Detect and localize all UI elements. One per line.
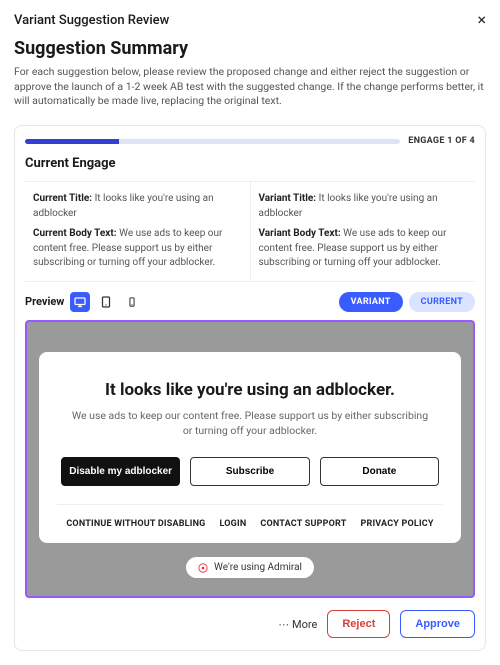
preview-label: Preview <box>25 295 64 308</box>
progress-bar <box>25 139 400 144</box>
contact-link[interactable]: CONTACT SUPPORT <box>260 519 346 529</box>
modal-title: Variant Suggestion Review <box>14 13 169 28</box>
reject-button[interactable]: Reject <box>327 610 390 638</box>
privacy-link[interactable]: PRIVACY POLICY <box>360 519 433 529</box>
variant-title-label: Variant Title: <box>259 193 317 204</box>
donate-button[interactable]: Donate <box>320 457 439 486</box>
preview-dialog: It looks like you're using an adblocker.… <box>39 352 461 544</box>
summary-description: For each suggestion below, please review… <box>14 65 486 109</box>
admiral-badge[interactable]: We're using Admiral <box>186 557 314 578</box>
summary-title: Suggestion Summary <box>14 38 486 59</box>
section-title: Current Engage <box>25 156 475 171</box>
close-icon[interactable]: × <box>477 12 486 28</box>
preview-title: It looks like you're using an adblocker. <box>57 380 443 400</box>
suggestion-card: ENGAGE 1 OF 4 Current Engage Current Tit… <box>14 125 486 651</box>
current-toggle[interactable]: CURRENT <box>409 292 475 312</box>
login-link[interactable]: LOGIN <box>219 519 246 529</box>
device-desktop-icon[interactable] <box>70 292 90 312</box>
device-tablet-icon[interactable] <box>96 292 116 312</box>
variant-column: Variant Title: It looks like you're usin… <box>251 182 476 281</box>
device-mobile-icon[interactable] <box>122 292 142 312</box>
preview-body: We use ads to keep our content free. Ple… <box>57 408 443 440</box>
variant-toggle[interactable]: VARIANT <box>339 292 403 312</box>
current-title-label: Current Title: <box>33 193 92 204</box>
current-body-label: Current Body Text: <box>33 228 117 239</box>
admiral-icon <box>198 563 208 573</box>
subscribe-button[interactable]: Subscribe <box>190 457 309 486</box>
current-column: Current Title: It looks like you're usin… <box>25 182 251 281</box>
continue-link[interactable]: CONTINUE WITHOUT DISABLING <box>66 519 205 529</box>
variant-body-label: Variant Body Text: <box>259 228 341 239</box>
disable-adblocker-button[interactable]: Disable my adblocker <box>61 457 180 486</box>
approve-button[interactable]: Approve <box>400 610 475 638</box>
progress-label: ENGAGE 1 OF 4 <box>408 136 475 146</box>
preview-frame: It looks like you're using an adblocker.… <box>25 320 475 599</box>
admiral-badge-label: We're using Admiral <box>214 562 302 573</box>
more-menu[interactable]: More <box>278 618 317 631</box>
